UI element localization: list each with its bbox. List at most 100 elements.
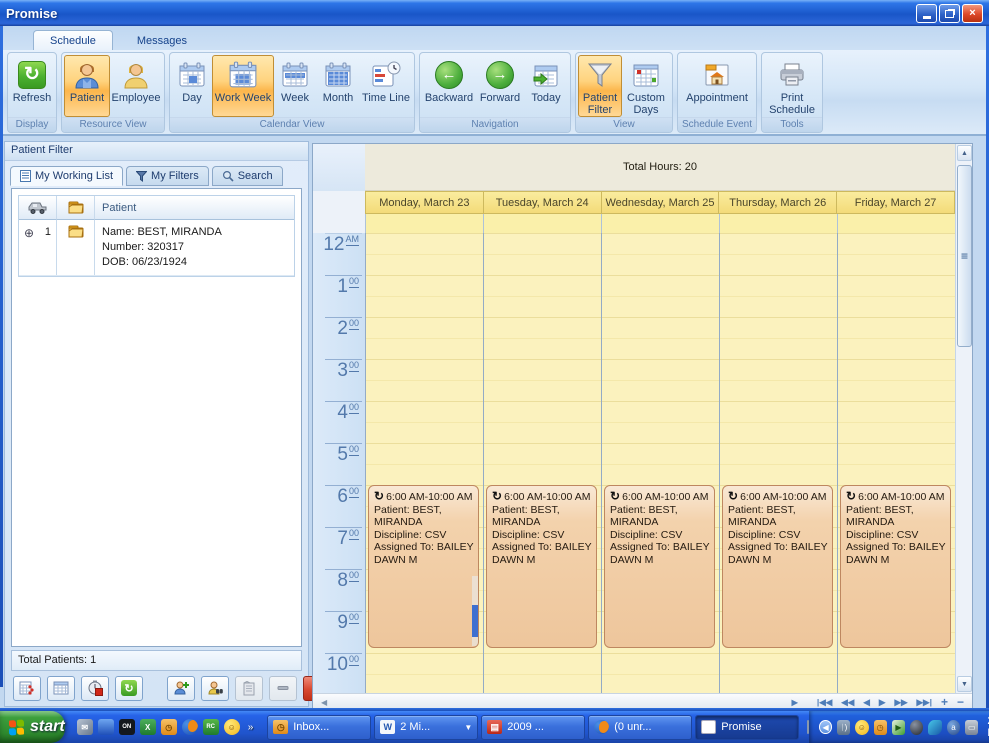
find-patient-button[interactable]: [201, 676, 229, 701]
schedule-grid-icon: [53, 680, 69, 696]
document-app-icon: ▤: [487, 720, 502, 734]
chevron-down-icon[interactable]: ▼: [464, 723, 472, 732]
day-column-wednesday[interactable]: ↻6:00 AM-10:00 AM Patient: BEST, MIRANDA…: [601, 233, 719, 693]
group-label-tools: Tools: [762, 117, 822, 132]
day-header[interactable]: Wednesday, March 25: [601, 191, 719, 214]
transport-column-header[interactable]: [19, 196, 57, 220]
day-view-button[interactable]: Day: [172, 55, 212, 117]
task-2009[interactable]: ▤ 2009 ...: [481, 715, 585, 740]
expand-icon[interactable]: ⊕: [24, 226, 34, 240]
day-column-friday[interactable]: ↻6:00 AM-10:00 AM Patient: BEST, MIRANDA…: [837, 233, 955, 693]
tray-clock-icon[interactable]: ◷: [874, 720, 887, 735]
employee-view-button[interactable]: Employee: [110, 55, 162, 117]
last-page-icon[interactable]: ▶▶|: [913, 696, 936, 709]
firefox-icon[interactable]: [182, 719, 198, 735]
task-browser[interactable]: (0 unr...: [588, 715, 692, 740]
tab-search[interactable]: Search: [212, 166, 283, 186]
add-patient-button[interactable]: [167, 676, 195, 701]
hide-tray-icon[interactable]: ◀: [819, 720, 832, 734]
task-runner-icon[interactable]: ▶: [892, 720, 905, 735]
stop-timer-button[interactable]: [81, 676, 109, 701]
today-button[interactable]: Today: [524, 55, 568, 117]
scroll-up-icon[interactable]: ▲: [957, 145, 972, 161]
day-header[interactable]: Monday, March 23: [365, 191, 483, 214]
all-day-row[interactable]: [365, 214, 955, 233]
tab-my-working-list[interactable]: My Working List: [10, 166, 123, 186]
day-header[interactable]: Friday, March 27: [836, 191, 955, 214]
tab-schedule[interactable]: Schedule: [33, 30, 113, 50]
tab-messages[interactable]: Messages: [121, 31, 203, 50]
schedule-report-button[interactable]: [13, 676, 41, 701]
custom-days-button[interactable]: Custom Days: [622, 55, 670, 117]
next-icon[interactable]: ▶: [875, 696, 890, 709]
scroll-down-icon[interactable]: ▼: [957, 676, 972, 692]
day-header[interactable]: Tuesday, March 24: [483, 191, 601, 214]
print-schedule-button[interactable]: Print Schedule: [764, 55, 820, 117]
audio-icon[interactable]: [910, 720, 923, 735]
chart-column-header[interactable]: [57, 196, 95, 220]
appointment-button[interactable]: Appointment: [680, 55, 754, 117]
appointment-card[interactable]: ↻6:00 AM-10:00 AM Patient: BEST, MIRANDA…: [486, 485, 597, 648]
work-week-view-button[interactable]: Work Week: [212, 55, 274, 117]
appointment-card[interactable]: ↻6:00 AM-10:00 AM Patient: BEST, MIRANDA…: [840, 485, 951, 648]
task-word[interactable]: W 2 Mi... ▼: [374, 715, 478, 740]
scrollbar-thumb[interactable]: ▬▬▬: [957, 165, 972, 347]
fast-forward-icon[interactable]: ▶▶: [890, 696, 911, 709]
display-icon[interactable]: ▭: [965, 720, 978, 735]
patient-view-button[interactable]: Patient: [64, 55, 110, 117]
fast-backward-icon[interactable]: ◀◀: [837, 696, 858, 709]
antivirus-icon[interactable]: [928, 720, 941, 735]
backward-icon: ←: [433, 58, 465, 92]
appointment-card[interactable]: ↻6:00 AM-10:00 AM Patient: BEST, MIRANDA…: [604, 485, 715, 648]
tab-my-filters[interactable]: My Filters: [126, 166, 209, 186]
schedule-grid-button[interactable]: [47, 676, 75, 701]
forward-button[interactable]: → Forward: [476, 55, 524, 117]
utility-icon[interactable]: RC: [203, 719, 219, 735]
first-page-icon[interactable]: |◀◀: [813, 696, 836, 709]
day-column-tuesday[interactable]: ↻6:00 AM-10:00 AM Patient: BEST, MIRANDA…: [483, 233, 601, 693]
calendar-corner: [313, 144, 365, 191]
remove-button: [269, 676, 297, 701]
week-view-button[interactable]: Week: [274, 55, 316, 117]
patient-filter-button[interactable]: Patient Filter: [578, 55, 622, 117]
tray-smiley-icon[interactable]: ☺: [855, 720, 868, 735]
close-button[interactable]: ×: [962, 4, 983, 23]
previous-icon[interactable]: ◀: [859, 696, 874, 709]
vertical-scrollbar[interactable]: ▲ ▬▬▬ ▼: [955, 144, 972, 693]
title-bar[interactable]: Promise ×: [0, 0, 989, 26]
task-inbox[interactable]: ◷ Inbox...: [267, 715, 371, 740]
scroll-left-icon[interactable]: ◀: [321, 698, 327, 707]
patient-column-header[interactable]: Patient: [95, 196, 294, 220]
refresh-button[interactable]: ↻ Refresh: [10, 55, 54, 117]
appointment-scroll-thumb[interactable]: [472, 605, 478, 637]
backward-button[interactable]: ← Backward: [422, 55, 476, 117]
start-button[interactable]: start: [0, 711, 65, 743]
month-view-button[interactable]: Month: [316, 55, 360, 117]
globe-icon[interactable]: a: [947, 720, 960, 735]
quick-launch-overflow-icon[interactable]: »: [248, 722, 254, 733]
excel-icon[interactable]: X: [140, 719, 156, 735]
restore-button[interactable]: [939, 4, 960, 23]
appointment-patient: Patient: BEST, MIRANDA: [374, 504, 475, 529]
smiley-icon[interactable]: ☺: [224, 719, 240, 735]
mail-app-icon[interactable]: ✉: [77, 719, 93, 735]
scroll-right-icon[interactable]: ▶: [792, 698, 798, 707]
patient-row[interactable]: ⊕ 1 Name: BEST, MIRANDA Number: 320317 D…: [19, 220, 294, 276]
time-line-view-button[interactable]: Time Line: [360, 55, 412, 117]
task-promise[interactable]: Promise: [695, 715, 799, 740]
messenger-icon[interactable]: [98, 719, 114, 735]
inbox-app-icon: ◷: [273, 720, 288, 734]
refresh-list-button[interactable]: ↻: [115, 676, 143, 701]
patient-list: Patient ⊕ 1 Name: BEST, MIRANDA Number: …: [11, 188, 302, 647]
appointment-card[interactable]: ↻6:00 AM-10:00 AM Patient: BEST, MIRANDA…: [368, 485, 479, 648]
work-week-calendar-icon: [227, 58, 259, 92]
minimize-button[interactable]: [916, 4, 937, 23]
day-header[interactable]: Thursday, March 26: [718, 191, 836, 214]
on-screen-icon[interactable]: ON: [119, 719, 135, 735]
day-column-monday[interactable]: ↻6:00 AM-10:00 AM Patient: BEST, MIRANDA…: [365, 233, 483, 693]
day-header-row: Monday, March 23 Tuesday, March 24 Wedne…: [365, 191, 955, 214]
schedule-app-icon[interactable]: ◷: [161, 719, 177, 735]
appointment-card[interactable]: ↻6:00 AM-10:00 AM Patient: BEST, MIRANDA…: [722, 485, 833, 648]
day-column-thursday[interactable]: ↻6:00 AM-10:00 AM Patient: BEST, MIRANDA…: [719, 233, 837, 693]
network-icon[interactable]: ᛁ): [837, 720, 850, 735]
